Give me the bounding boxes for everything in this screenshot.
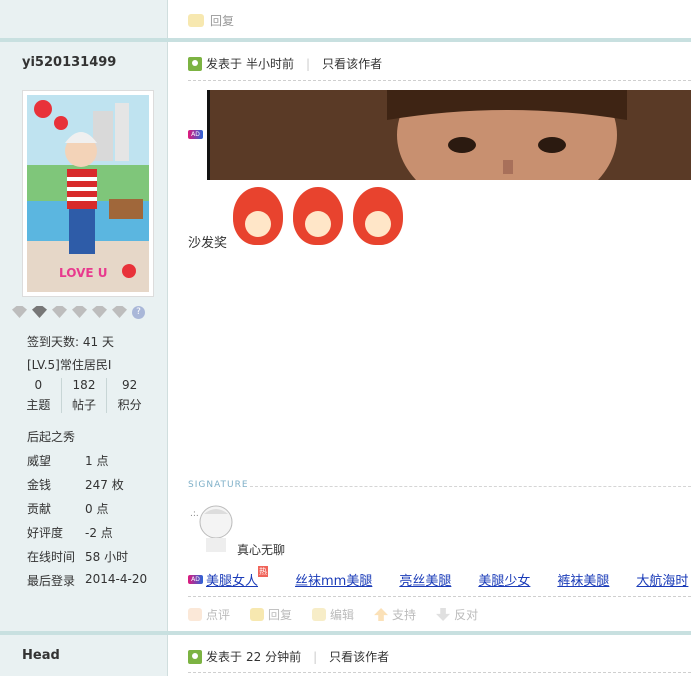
- prev-reply-button[interactable]: 回复: [188, 12, 234, 29]
- hot-badge: 热: [258, 566, 269, 577]
- post-actions: 点评 回复 编辑 支持 反对: [188, 606, 478, 623]
- post-divider: [0, 631, 691, 635]
- ad-badge: AD: [188, 130, 203, 139]
- user-info: 后起之秀 威望 1 点 金钱 247 枚 贡献 0 点 好评度 -2 点 在线时间 58 …: [27, 428, 147, 596]
- meta-divider: [188, 80, 691, 81]
- info-row: 在线时间 58 小时: [27, 550, 129, 564]
- fox-emoticon-icon: [353, 187, 403, 245]
- signature-text: 真心无聊: [237, 543, 286, 557]
- reply-button[interactable]: 回复: [250, 606, 292, 623]
- avatar-image: LOVE U: [27, 95, 149, 292]
- post-meta: 发表于 半小时前 | 只看该作者: [188, 55, 382, 72]
- svg-text:LOVE U: LOVE U: [59, 266, 108, 280]
- edit-icon: [312, 608, 327, 621]
- fox-emoticon-icon: [233, 187, 283, 245]
- post-meta: 发表于 22 分钟前 | 只看该作者: [188, 648, 389, 665]
- edit-button[interactable]: 编辑: [312, 606, 354, 623]
- ad-badge: AD: [188, 575, 203, 584]
- stat-points[interactable]: 92 积分: [106, 378, 152, 413]
- user-stats: 0 主题 182 帖子 92 积分: [16, 378, 152, 413]
- ad-link[interactable]: 大航海时: [636, 570, 688, 589]
- stat-posts[interactable]: 182 帖子: [60, 378, 107, 413]
- rate-icon: [188, 608, 202, 621]
- thumbs-down-icon: [436, 608, 451, 621]
- support-button[interactable]: 支持: [374, 606, 416, 623]
- reply-icon: [250, 608, 265, 621]
- medal-icon[interactable]: [112, 306, 127, 318]
- info-row: 最后登录 2014-4-20: [27, 572, 148, 588]
- medal-row: ?: [12, 306, 145, 319]
- oppose-button[interactable]: 反对: [436, 606, 478, 623]
- medal-icon[interactable]: [92, 306, 107, 318]
- medal-icon[interactable]: [72, 306, 87, 318]
- svg-text:.:.: .:.: [190, 509, 199, 519]
- help-icon[interactable]: ?: [132, 306, 145, 319]
- thumbs-up-icon: [374, 608, 389, 621]
- ad-banner[interactable]: [207, 90, 691, 180]
- author-only-link[interactable]: 只看该作者: [329, 648, 389, 665]
- author-username[interactable]: yi520131499: [22, 55, 116, 70]
- ad-link[interactable]: 美腿少女: [478, 570, 530, 589]
- signature-image: .:.: [190, 505, 233, 552]
- ad-link[interactable]: 丝袜mm美腿: [295, 570, 372, 589]
- checkin-days: 签到天数: 41 天: [27, 335, 114, 349]
- medal-icon[interactable]: [52, 306, 67, 318]
- post-time: 22 分钟前: [246, 650, 302, 664]
- post-divider: [0, 38, 691, 42]
- ad-link[interactable]: 亮丝美腿: [399, 570, 451, 589]
- post-body-text: 沙发奖: [188, 236, 228, 251]
- emoticon-row: [233, 187, 403, 245]
- links-divider: [188, 596, 691, 597]
- medal-icon[interactable]: [32, 306, 47, 318]
- info-row: 好评度 -2 点: [27, 526, 113, 540]
- meta-divider: [188, 672, 691, 673]
- ad-link[interactable]: 裤袜美腿: [557, 570, 609, 589]
- user-level[interactable]: [LV.5]常住居民I: [27, 356, 111, 373]
- info-row: 威望 1 点: [27, 454, 109, 468]
- ad-link[interactable]: 美腿女人: [206, 570, 258, 589]
- ad-links: AD 美腿女人 热 丝袜mm美腿 亮丝美腿 美腿少女 裤袜美腿 大航海时: [188, 566, 691, 589]
- stat-threads[interactable]: 0 主题: [16, 378, 61, 413]
- post-time: 半小时前: [246, 57, 295, 71]
- signature-divider: [250, 486, 691, 487]
- info-row: 金钱 247 枚: [27, 478, 124, 492]
- user-icon: [188, 56, 202, 71]
- user-icon: [188, 649, 202, 664]
- rate-button[interactable]: 点评: [188, 606, 230, 623]
- fox-emoticon-icon: [293, 187, 343, 245]
- user-rank: 后起之秀: [27, 430, 76, 444]
- avatar[interactable]: LOVE U: [22, 90, 154, 297]
- reply-icon: [188, 14, 204, 27]
- author-only-link[interactable]: 只看该作者: [322, 55, 382, 72]
- medal-icon[interactable]: [12, 306, 27, 318]
- author-username[interactable]: Head: [22, 648, 60, 663]
- signature-label: SIGNATURE: [188, 480, 249, 490]
- info-row: 贡献 0 点: [27, 502, 109, 516]
